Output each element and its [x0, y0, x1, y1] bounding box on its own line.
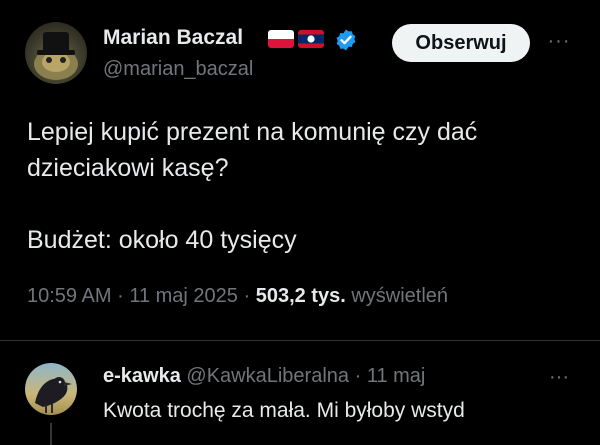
- views-label: wyświetleń: [351, 285, 449, 307]
- reply-text: Kwota trochę za mała. Mi byłoby wstyd: [103, 399, 465, 422]
- tweet-text: Lepiej kupić prezent na komunię czy dać …: [27, 114, 567, 258]
- more-options-icon[interactable]: ···: [542, 26, 576, 56]
- thread-line: [50, 423, 52, 445]
- tweet-text-line: Lepiej kupić prezent na komunię czy dać: [27, 118, 478, 146]
- author-flags: [268, 30, 324, 48]
- reply-date[interactable]: 11 maj: [367, 365, 426, 387]
- poland-flag-icon: [268, 30, 294, 48]
- reply-header: e-kawka @KawkaLiberalna · 11 maj: [103, 365, 425, 388]
- views-count[interactable]: 503,2 tys.: [256, 285, 346, 307]
- reply-author-handle[interactable]: @KawkaLiberalna: [186, 365, 349, 387]
- reply-tweet[interactable]: e-kawka @KawkaLiberalna · 11 maj ··· Kwo…: [0, 341, 600, 445]
- reply-avatar[interactable]: [25, 363, 77, 415]
- meta-separator: ·: [117, 285, 124, 307]
- more-options-icon[interactable]: ···: [542, 363, 576, 391]
- verified-badge-icon: [334, 28, 358, 52]
- tweet-text-line: Budżet: około 40 tysięcy: [27, 226, 297, 254]
- author-avatar[interactable]: [25, 22, 87, 84]
- tweet-text-line: dzieciakowi kasę?: [27, 154, 229, 182]
- author-handle[interactable]: @marian_baczal: [103, 58, 253, 81]
- main-tweet: Marian Baczal @marian_baczal Obserwuj ··…: [0, 0, 600, 340]
- tweet-time[interactable]: 10:59 AM: [27, 285, 112, 307]
- laos-flag-icon: [298, 30, 324, 48]
- meta-separator: ·: [354, 365, 362, 387]
- tweet-date[interactable]: 11 maj 2025: [129, 285, 238, 307]
- author-name[interactable]: Marian Baczal: [103, 26, 243, 50]
- follow-button[interactable]: Obserwuj: [392, 24, 530, 62]
- tweet-metadata: 10:59 AM · 11 maj 2025 · 503,2 tys. wyśw…: [27, 285, 448, 308]
- meta-separator: ·: [243, 285, 251, 307]
- reply-author-name[interactable]: e-kawka: [103, 365, 181, 387]
